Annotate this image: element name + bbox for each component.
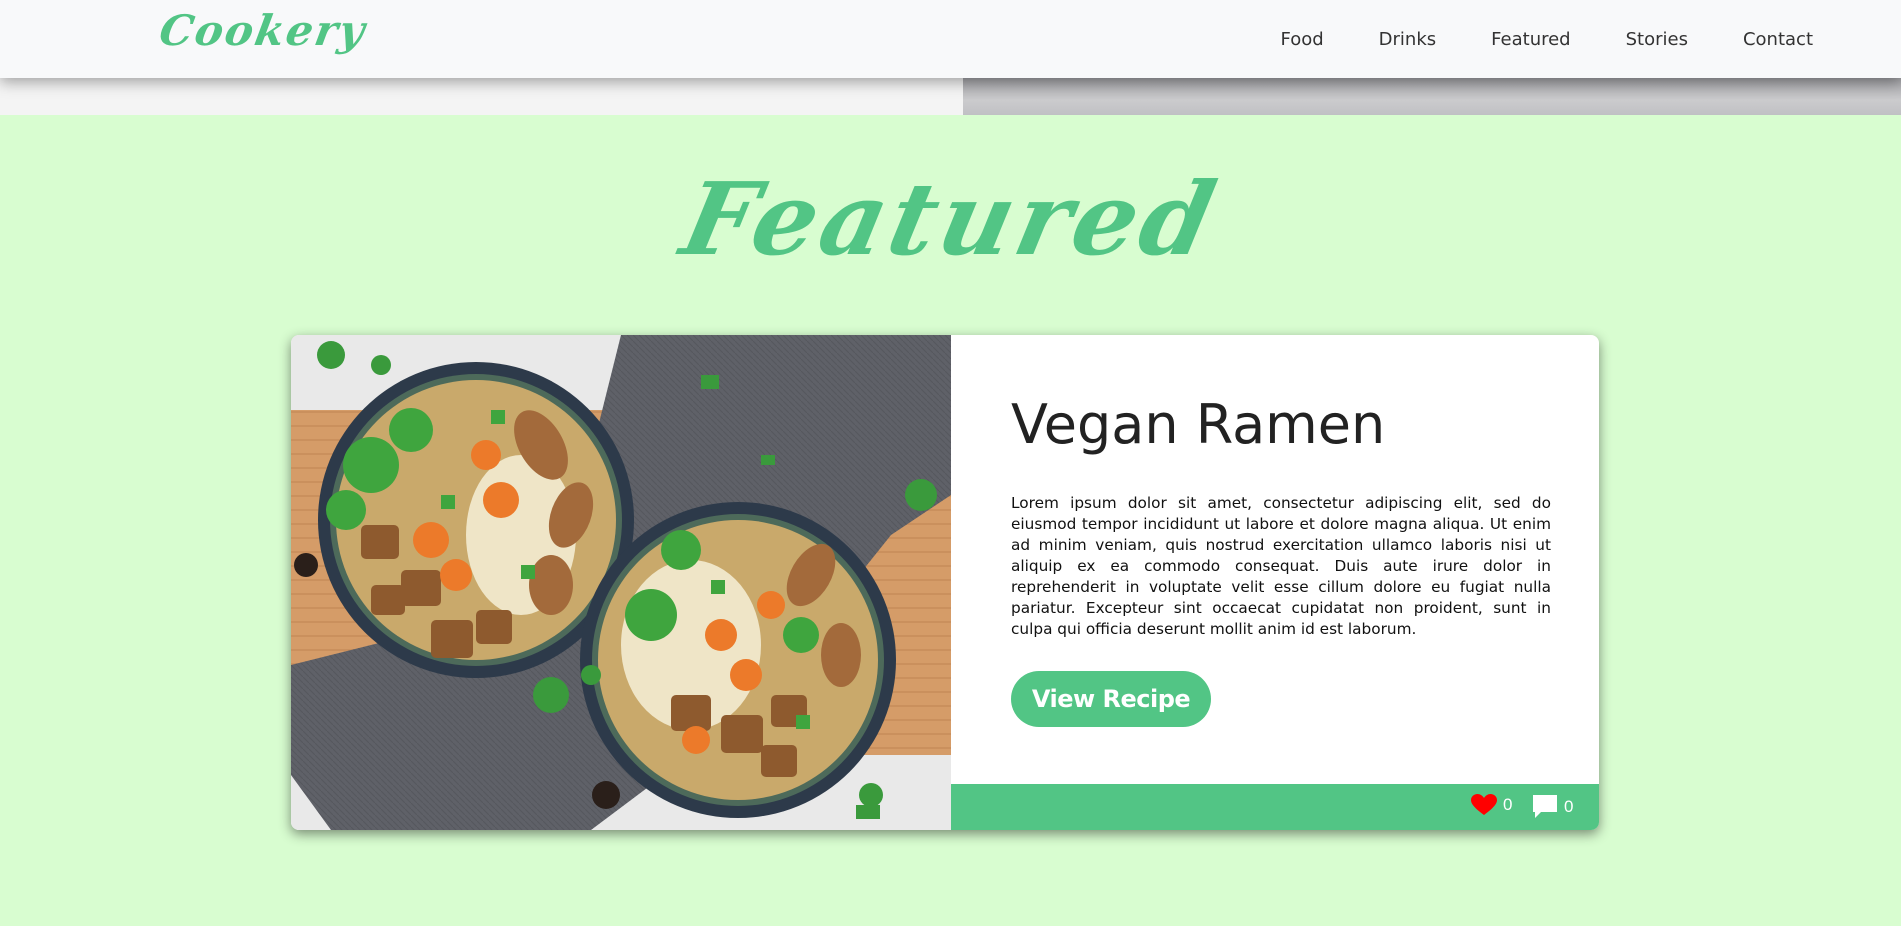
- card-footer: 0 0: [951, 784, 1599, 830]
- ramen-bowls-illustration: [291, 335, 951, 830]
- section-title: Featured: [672, 160, 1229, 278]
- likes-stat[interactable]: 0: [1471, 794, 1512, 816]
- recipe-description: Lorem ipsum dolor sit amet, consectetur …: [1011, 494, 1551, 638]
- nav-item-featured[interactable]: Featured: [1491, 29, 1570, 50]
- comments-count: 0: [1564, 797, 1574, 816]
- brand-logo[interactable]: Cookery: [156, 6, 370, 55]
- main-nav: Food Drinks Featured Stories Contact: [1226, 0, 1814, 78]
- comment-icon: [1533, 795, 1557, 818]
- hero-strip: [0, 78, 1901, 115]
- likes-count: 0: [1503, 795, 1513, 814]
- heart-icon: [1471, 794, 1497, 815]
- nav-item-contact[interactable]: Contact: [1743, 29, 1813, 50]
- navbar: Cookery Food Drinks Featured Stories Con…: [0, 0, 1901, 78]
- nav-item-stories[interactable]: Stories: [1626, 29, 1688, 50]
- nav-item-drinks[interactable]: Drinks: [1379, 29, 1436, 50]
- card-body: Vegan Ramen Lorem ipsum dolor sit amet, …: [951, 335, 1599, 830]
- nav-item-food[interactable]: Food: [1281, 29, 1324, 50]
- hero-strip-left: [0, 78, 963, 115]
- recipe-title: Vegan Ramen: [1011, 393, 1386, 456]
- hero-strip-image: [963, 78, 1901, 115]
- featured-card: Vegan Ramen Lorem ipsum dolor sit amet, …: [291, 335, 1599, 830]
- comments-stat[interactable]: 0: [1532, 794, 1573, 820]
- view-recipe-button[interactable]: View Recipe: [1011, 671, 1211, 727]
- recipe-image: [291, 335, 951, 830]
